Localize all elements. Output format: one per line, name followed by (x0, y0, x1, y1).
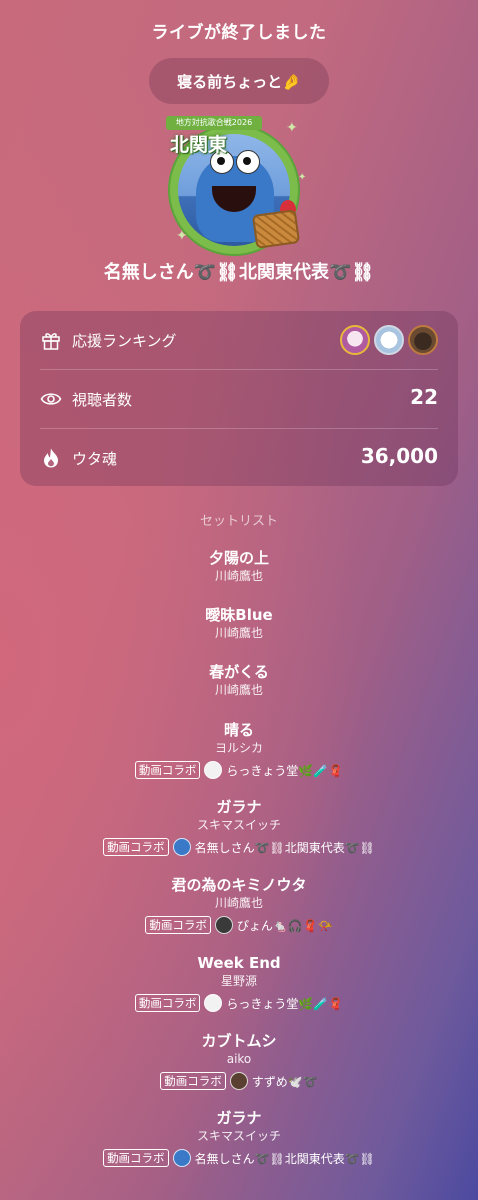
collab-badge: 動画コラボ (134, 994, 201, 1012)
song-title: 晴る (223, 721, 254, 739)
collab-badge: 動画コラボ (160, 1072, 226, 1090)
ranking-label: 応援ランキング (72, 332, 177, 350)
stats-card: 応援ランキング 視聴者数 22 ウタ魂 36,000 (20, 311, 458, 486)
song-artist: 川崎鷹也 (214, 896, 263, 910)
comment-pill: 寝る前ちょっと🤌 (149, 58, 329, 104)
collab-avatar[interactable] (214, 916, 233, 934)
setlist-item[interactable]: 春がくる 川崎鷹也 (0, 662, 478, 699)
collab-row[interactable]: 動画コラボ すずめ🕊️➰ (0, 1071, 478, 1091)
collab-badge: 動画コラボ (103, 1149, 169, 1167)
viewers-label: 視聴者数 (72, 391, 133, 409)
song-artist: スキマスイッチ (196, 1129, 281, 1143)
song-title: Week End (197, 954, 281, 972)
collab-row[interactable]: 動画コラボ らっきょう堂🌿🧪🧣 (0, 993, 478, 1013)
monster-mouth (212, 186, 256, 212)
stat-row-ranking[interactable]: 応援ランキング (20, 311, 458, 369)
collab-row[interactable]: 動画コラボ 名無しさん➰⛓北関東代表➰⛓ (0, 837, 478, 857)
sparkle-icon: ✦ (286, 120, 298, 136)
song-title: 君の為のキミノウタ (171, 876, 307, 894)
collab-name[interactable]: らっきょう堂🌿🧪🧣 (226, 762, 343, 779)
event-banner: 地方対抗歌合戦2026 (166, 116, 262, 130)
ranking-avatars[interactable] (340, 325, 438, 355)
rank-2-avatar[interactable] (374, 325, 404, 355)
setlist-item[interactable]: ガラナ スキマスイッチ 動画コラボ 名無しさん➰⛓北関東代表➰⛓ (0, 797, 478, 857)
song-title: 夕陽の上 (208, 549, 269, 567)
collab-badge: 動画コラボ (145, 916, 211, 934)
collab-row[interactable]: 動画コラボ らっきょう堂🌿🧪🧣 (0, 760, 478, 780)
sparkle-icon: ✦ (176, 228, 188, 244)
collab-row[interactable]: 動画コラボ ぴょん🐁🎧🧣📯 (0, 915, 478, 935)
song-title: ガラナ (216, 1109, 262, 1127)
collab-name[interactable]: ぴょん🐁🎧🧣📯 (237, 917, 333, 934)
streamer-avatar[interactable]: 地方対抗歌合戦2026 北関東 ✦ ✦ ✦ (166, 116, 312, 256)
collab-avatar[interactable] (172, 838, 191, 856)
song-artist: 川崎鷹也 (214, 569, 263, 583)
song-title: カブトムシ (201, 1032, 277, 1050)
sparkle-icon: ✦ (298, 172, 307, 183)
setlist-item[interactable]: 曖昧Blue 川崎鷹也 (0, 605, 478, 642)
collab-badge: 動画コラボ (103, 838, 169, 856)
waffle-icon (251, 209, 301, 249)
collab-avatar[interactable] (229, 1072, 248, 1090)
setlist-item[interactable]: カブトムシ aiko 動画コラボ すずめ🕊️➰ (0, 1031, 478, 1091)
song-artist: ヨルシカ (214, 741, 263, 755)
collab-row[interactable]: 動画コラボ 名無しさん➰⛓北関東代表➰⛓ (0, 1148, 478, 1168)
collab-avatar[interactable] (172, 1149, 191, 1167)
streamer-name: 名無しさん➰⛓北関東代表➰⛓ (103, 262, 375, 283)
rank-1-avatar[interactable] (340, 325, 370, 355)
collab-badge: 動画コラボ (134, 761, 201, 779)
setlist-item[interactable]: 晴る ヨルシカ 動画コラボ らっきょう堂🌿🧪🧣 (0, 720, 478, 780)
rank-3-avatar[interactable] (408, 325, 438, 355)
gift-icon (42, 333, 60, 350)
song-artist: スキマスイッチ (196, 818, 281, 832)
collab-name[interactable]: 名無しさん➰⛓北関東代表➰⛓ (195, 1150, 375, 1167)
setlist-item[interactable]: Week End 星野源 動画コラボ らっきょう堂🌿🧪🧣 (0, 953, 478, 1013)
song-title: 春がくる (209, 663, 269, 681)
viewers-value: 22 (410, 385, 438, 409)
collab-avatar[interactable] (204, 761, 223, 779)
collab-name[interactable]: すずめ🕊️➰ (252, 1073, 318, 1090)
setlist-title: セットリスト (199, 514, 278, 529)
comment-text: 寝る前ちょっと🤌 (177, 72, 301, 91)
stat-row-viewers: 視聴者数 22 (20, 370, 458, 428)
setlist-item[interactable]: ガラナ スキマスイッチ 動画コラボ 名無しさん➰⛓北関東代表➰⛓ (0, 1108, 478, 1168)
setlist-item[interactable]: 夕陽の上 川崎鷹也 (0, 548, 478, 585)
song-artist: 川崎鷹也 (214, 626, 263, 640)
song-artist: 川崎鷹也 (214, 683, 263, 697)
song-title: 曖昧Blue (205, 606, 273, 624)
uta-label: ウタ魂 (72, 450, 118, 468)
collab-name[interactable]: 名無しさん➰⛓北関東代表➰⛓ (195, 839, 375, 856)
uta-value: 36,000 (360, 444, 438, 468)
song-artist: 星野源 (220, 974, 257, 988)
eye-icon (40, 393, 62, 405)
monster-eye-right (236, 150, 260, 174)
collab-avatar[interactable] (204, 994, 223, 1012)
header-title: ライブが終了しました (151, 23, 327, 43)
region-label: 北関東 (170, 134, 228, 156)
song-title: ガラナ (216, 798, 262, 816)
collab-name[interactable]: らっきょう堂🌿🧪🧣 (226, 995, 343, 1012)
setlist-item[interactable]: 君の為のキミノウタ 川崎鷹也 動画コラボ ぴょん🐁🎧🧣📯 (0, 875, 478, 935)
song-artist: aiko (226, 1052, 252, 1066)
stat-row-uta: ウタ魂 36,000 (20, 429, 458, 487)
flame-icon (44, 448, 58, 468)
